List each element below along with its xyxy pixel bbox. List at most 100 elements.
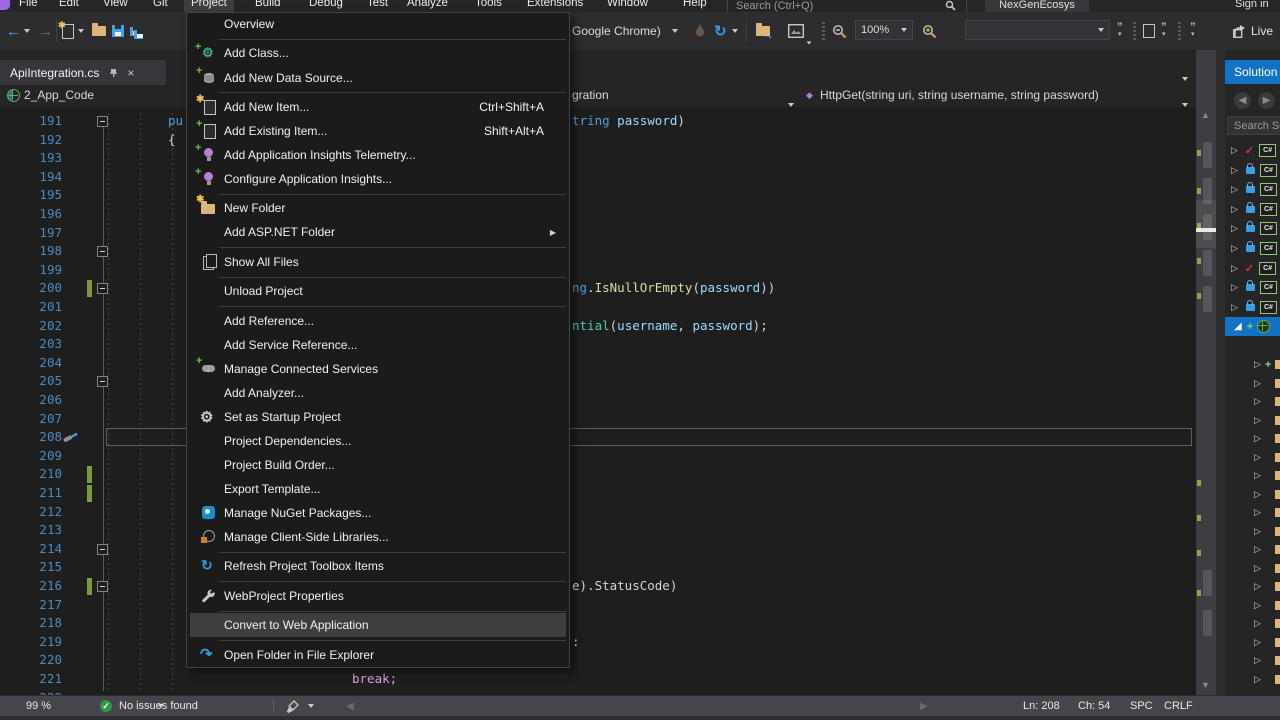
fold-collapse-button[interactable] bbox=[97, 116, 108, 127]
save-button[interactable] bbox=[112, 12, 124, 50]
tree-item-folder[interactable]: ▷ bbox=[1225, 670, 1280, 689]
navigate-backward-dropdown[interactable] bbox=[24, 12, 30, 50]
expand-arrow-icon[interactable]: ▷ bbox=[1254, 470, 1261, 481]
menu-item-open-folder-in-file-explorer[interactable]: ↷Open Folder in File Explorer bbox=[190, 643, 566, 667]
tree-item-folder[interactable]: ▷ bbox=[1225, 540, 1280, 559]
navbar-type-dropdown[interactable]: gration bbox=[572, 88, 609, 102]
menubar-item-edit[interactable]: Edit bbox=[52, 0, 86, 12]
expand-arrow-icon[interactable]: ▷ bbox=[1254, 600, 1261, 611]
tree-item-folder[interactable]: ▷ bbox=[1225, 651, 1280, 670]
new-file-button[interactable]: ✱ bbox=[62, 12, 74, 50]
menu-item-set-as-startup-project[interactable]: ⚙Set as Startup Project bbox=[190, 405, 566, 429]
toolbar-drag-handle[interactable] bbox=[1133, 22, 1136, 40]
menubar-item-debug[interactable]: Debug bbox=[302, 0, 350, 12]
tree-item-folder[interactable]: ▷ bbox=[1225, 429, 1280, 448]
panel-splitter[interactable] bbox=[1216, 50, 1225, 720]
fold-collapse-button[interactable] bbox=[97, 246, 108, 257]
tree-item-csharp-file[interactable]: ▷C# bbox=[1225, 200, 1280, 219]
zoom-level-combobox[interactable]: 100% bbox=[855, 20, 913, 40]
expand-arrow-icon[interactable]: ▷ bbox=[1254, 618, 1261, 629]
menu-item-project-dependencies[interactable]: Project Dependencies... bbox=[190, 429, 566, 453]
close-icon[interactable]: × bbox=[127, 66, 134, 80]
tree-item-folder[interactable]: ▷ bbox=[1225, 522, 1280, 541]
menubar-item-file[interactable]: File bbox=[12, 0, 45, 12]
navigate-backward-button[interactable]: ← bbox=[6, 12, 21, 50]
expand-arrow-icon[interactable]: ▷ bbox=[1231, 184, 1238, 195]
expand-arrow-icon[interactable]: ▷ bbox=[1254, 415, 1261, 426]
brush-caret[interactable] bbox=[308, 696, 314, 716]
menu-item-configure-application-insights[interactable]: +Configure Application Insights... bbox=[190, 167, 566, 191]
navbar-project-dropdown[interactable]: 2_App_Code bbox=[24, 88, 94, 102]
refresh-dropdown[interactable] bbox=[732, 12, 738, 50]
expand-arrow-icon[interactable]: ▷ bbox=[1231, 263, 1238, 274]
menu-item-manage-connected-services[interactable]: +↓Manage Connected Services bbox=[190, 357, 566, 381]
tab-apiintegration[interactable]: ApiIntegration.cs × bbox=[0, 60, 166, 85]
tree-item-folder[interactable]: ▷ bbox=[1225, 374, 1280, 393]
menu-item-add-asp-net-folder[interactable]: Add ASP.NET Folder▶ bbox=[190, 220, 566, 244]
expand-arrow-icon[interactable]: ▷ bbox=[1254, 507, 1261, 518]
editor-scrollbar[interactable]: ▲ ▼ bbox=[1196, 50, 1216, 695]
tree-item-csharp-file[interactable]: ▷C# bbox=[1225, 219, 1280, 238]
solution-forward-button[interactable]: ▶ bbox=[1258, 92, 1275, 109]
menubar-item-git[interactable]: Git bbox=[146, 0, 175, 12]
column-indicator[interactable]: Ch: 54 bbox=[1078, 696, 1110, 716]
quick-search-box[interactable]: Search (Ctrl+Q) bbox=[727, 0, 967, 12]
tree-item-folder[interactable]: ▷ bbox=[1225, 411, 1280, 430]
browser-preview-button[interactable] bbox=[788, 12, 804, 50]
save-all-button[interactable] bbox=[130, 12, 143, 50]
menu-item-add-analyzer[interactable]: Add Analyzer... bbox=[190, 381, 566, 405]
tree-item-folder[interactable]: ▷+ bbox=[1225, 355, 1280, 374]
doc-well-dropdown[interactable] bbox=[1182, 68, 1188, 86]
expand-arrow-icon[interactable]: ▷ bbox=[1231, 223, 1238, 234]
expand-arrow-icon[interactable]: ▷ bbox=[1231, 243, 1238, 254]
quote-tool-button[interactable]: ”▾ bbox=[1190, 12, 1196, 50]
tree-item-csharp-file[interactable]: ▷✓C# bbox=[1225, 259, 1280, 278]
menubar-item-test[interactable]: Test bbox=[360, 0, 395, 12]
tree-item-csharp-file[interactable]: ▷✓C# bbox=[1225, 141, 1280, 160]
quick-actions-screwdriver-icon[interactable] bbox=[62, 429, 80, 445]
expand-arrow-icon[interactable]: ▷ bbox=[1254, 452, 1261, 463]
menu-item-add-reference[interactable]: Add Reference... bbox=[190, 309, 566, 333]
expand-arrow-icon[interactable]: ▷ bbox=[1231, 165, 1238, 176]
menu-item-webproject-properties[interactable]: WebProject Properties bbox=[190, 584, 566, 608]
debug-target-dropdown[interactable]: Google Chrome) bbox=[572, 12, 661, 50]
tree-item-folder[interactable]: ▷ bbox=[1225, 448, 1280, 467]
toolbar-combobox[interactable] bbox=[965, 20, 1110, 40]
menu-item-add-existing-item[interactable]: +Add Existing Item...Shift+Alt+A bbox=[190, 119, 566, 143]
expand-arrow-icon[interactable]: ▷ bbox=[1254, 396, 1261, 407]
menubar-item-extensions[interactable]: Extensions bbox=[520, 0, 590, 12]
expand-arrow-icon[interactable]: ▷ bbox=[1231, 145, 1238, 156]
menu-item-add-class[interactable]: ⚙+Add Class... bbox=[190, 41, 566, 65]
expand-arrow-icon[interactable]: ▷ bbox=[1254, 359, 1261, 370]
live-share-button[interactable]: Live bbox=[1233, 12, 1273, 50]
scroll-down-icon[interactable]: ▼ bbox=[1201, 680, 1210, 690]
menubar-item-view[interactable]: View bbox=[96, 0, 135, 12]
fold-collapse-button[interactable] bbox=[97, 283, 108, 294]
find-in-files-button[interactable] bbox=[756, 12, 772, 50]
menu-item-unload-project[interactable]: Unload Project bbox=[190, 279, 566, 303]
menu-item-export-template[interactable]: Export Template... bbox=[190, 477, 566, 501]
uncomment-selection-button[interactable]: ”▾ bbox=[1161, 12, 1167, 50]
scroll-up-icon[interactable]: ▲ bbox=[1201, 110, 1210, 120]
refresh-browser-button[interactable]: ↻ bbox=[714, 12, 727, 50]
menu-item-show-all-files[interactable]: Show All Files bbox=[190, 250, 566, 274]
zoom-in-button[interactable] bbox=[922, 12, 937, 50]
tree-item-folder[interactable]: ▷ bbox=[1225, 485, 1280, 504]
menubar-item-help[interactable]: Help bbox=[676, 0, 714, 12]
tree-item-folder[interactable]: ▷ bbox=[1225, 466, 1280, 485]
menu-item-add-new-item[interactable]: ✱Add New Item...Ctrl+Shift+A bbox=[190, 95, 566, 119]
menu-item-refresh-project-toolbox-items[interactable]: ↻Refresh Project Toolbox Items bbox=[190, 554, 566, 578]
menu-item-add-new-data-source[interactable]: +Add New Data Source... bbox=[190, 66, 566, 90]
expand-arrow-icon[interactable]: ▷ bbox=[1254, 674, 1261, 685]
tree-item-csharp-file[interactable]: ▷C# bbox=[1225, 278, 1280, 297]
expand-arrow-icon[interactable]: ▷ bbox=[1254, 526, 1261, 537]
tree-item-csharp-file[interactable]: ▷C# bbox=[1225, 298, 1280, 317]
tree-item-folder[interactable]: ▷ bbox=[1225, 503, 1280, 522]
issues-status[interactable]: ✓ No issues found bbox=[100, 696, 198, 716]
editor-zoom-control[interactable]: 99 % bbox=[26, 696, 51, 716]
expand-arrow-icon[interactable]: ▷ bbox=[1254, 378, 1261, 389]
next-change-arrow[interactable]: ▶ bbox=[920, 696, 928, 716]
expand-arrow-icon[interactable]: ▷ bbox=[1231, 302, 1238, 313]
spaces-indicator[interactable]: SPC bbox=[1130, 696, 1153, 716]
fold-collapse-button[interactable] bbox=[97, 376, 108, 387]
